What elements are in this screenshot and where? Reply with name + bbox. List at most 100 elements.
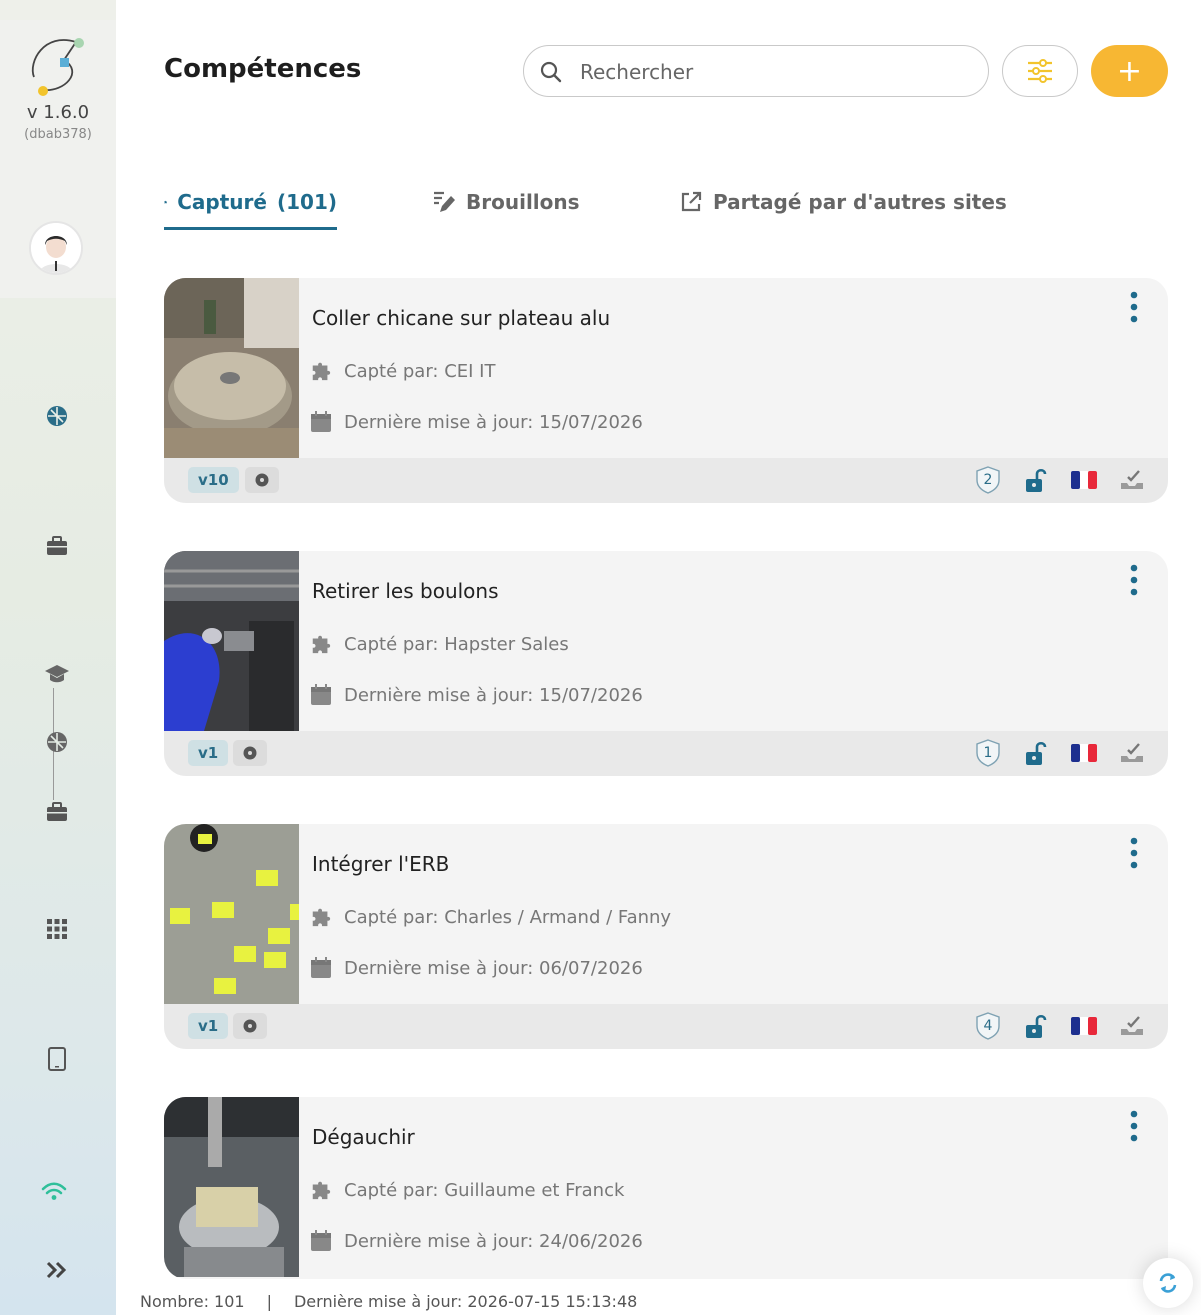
- more-options-icon[interactable]: [1130, 1110, 1138, 1142]
- tablet-icon: [48, 1047, 66, 1071]
- skill-thumbnail: [164, 278, 299, 458]
- puzzle-icon: [312, 1181, 331, 1200]
- briefcase-icon: [47, 802, 67, 821]
- tab-captured[interactable]: Capturé (101): [164, 190, 337, 230]
- calendar-icon: [311, 957, 331, 978]
- publish-status[interactable]: [1118, 1012, 1146, 1040]
- graduation-cap-icon: [45, 665, 69, 683]
- inbox-check-icon: [1121, 470, 1143, 489]
- user-icon: [31, 223, 81, 273]
- updated-row: Dernière mise à jour: 15/07/2026: [310, 684, 643, 706]
- status-badge: [233, 740, 267, 766]
- level-number: 1: [983, 745, 993, 761]
- tab-shared[interactable]: Partagé par d'autres sites: [679, 190, 1007, 230]
- skill-card[interactable]: Retirer les boulons Capté par: Hapster S…: [164, 551, 1168, 776]
- level-number: 2: [983, 472, 993, 488]
- tab-drafts[interactable]: Brouillons: [432, 190, 580, 230]
- card-footer: v10 2: [164, 458, 1168, 503]
- calendar-icon: [311, 684, 331, 705]
- user-avatar[interactable]: [29, 221, 83, 275]
- nav-training-jobs[interactable]: [43, 798, 71, 826]
- app-logo: [31, 38, 84, 96]
- connection-status: [40, 1178, 68, 1206]
- nav-training[interactable]: [43, 660, 71, 688]
- sidebar: v 1.6.0 (dbab378): [0, 0, 116, 1315]
- fr-flag-icon: [1071, 1017, 1097, 1035]
- search-box[interactable]: [523, 45, 989, 97]
- version-badge: v10: [188, 467, 239, 493]
- lock-toggle[interactable]: [1022, 739, 1050, 767]
- captured-by: Capté par: Guillaume et Franck: [344, 1179, 625, 1201]
- nav-skills[interactable]: [43, 402, 71, 430]
- captured-by: Capté par: CEI IT: [344, 360, 496, 382]
- more-options-icon[interactable]: [1130, 837, 1138, 869]
- skill-card[interactable]: Intégrer l'ERB Capté par: Charles / Arma…: [164, 824, 1168, 1049]
- grid-icon: [47, 919, 67, 939]
- captured-by-row: Capté par: Guillaume et Franck: [310, 1179, 624, 1201]
- nav-devices[interactable]: [43, 1045, 71, 1073]
- refresh-icon: [1159, 1273, 1177, 1293]
- brain-icon: [47, 406, 67, 426]
- captured-by: Capté par: Hapster Sales: [344, 633, 569, 655]
- item-count: Nombre: 101: [140, 1292, 245, 1311]
- search-input[interactable]: [580, 58, 970, 86]
- inbox-check-icon: [1121, 1016, 1143, 1035]
- brain-icon: [47, 732, 67, 752]
- skill-title[interactable]: Retirer les boulons: [312, 579, 499, 603]
- briefcase-icon: [47, 536, 67, 555]
- lock-toggle[interactable]: [1022, 1012, 1050, 1040]
- card-footer: v1 4: [164, 1004, 1168, 1049]
- double-chevron-right-icon: [46, 1261, 67, 1279]
- skill-card[interactable]: Dégauchir Capté par: Guillaume et Franck…: [164, 1097, 1168, 1279]
- unlock-icon: [1026, 1014, 1047, 1038]
- tab-captured-count: (101): [276, 190, 337, 214]
- skill-card[interactable]: Coller chicane sur plateau alu Capté par…: [164, 278, 1168, 503]
- filter-button[interactable]: [1002, 45, 1078, 97]
- language-flag: [1070, 466, 1098, 494]
- tab-shared-label: Partagé par d'autres sites: [713, 190, 1007, 214]
- skill-title[interactable]: Coller chicane sur plateau alu: [312, 306, 610, 330]
- status-badge: [245, 467, 279, 493]
- nav-training-skills[interactable]: [43, 728, 71, 756]
- edit-icon: [434, 191, 455, 212]
- tab-drafts-label: Brouillons: [466, 190, 580, 214]
- level-number: 4: [983, 1018, 993, 1034]
- publish-status[interactable]: [1118, 739, 1146, 767]
- puzzle-icon: [164, 200, 167, 204]
- updated-row: Dernière mise à jour: 15/07/2026: [310, 411, 643, 433]
- more-options-icon[interactable]: [1130, 291, 1138, 323]
- language-flag: [1070, 1012, 1098, 1040]
- app-version: v 1.6.0: [26, 102, 90, 123]
- last-updated: Dernière mise à jour: 15/07/2026: [344, 411, 643, 433]
- level-badge: 4: [974, 1012, 1002, 1040]
- skill-title[interactable]: Dégauchir: [312, 1125, 415, 1149]
- puzzle-icon: [312, 635, 331, 654]
- lock-toggle[interactable]: [1022, 466, 1050, 494]
- skill-thumbnail: [164, 1097, 299, 1277]
- unlock-icon: [1026, 468, 1047, 492]
- last-updated: Dernière mise à jour: 15/07/2026: [344, 684, 643, 706]
- publish-status[interactable]: [1118, 466, 1146, 494]
- calendar-icon: [311, 411, 331, 432]
- nav-apps[interactable]: [43, 915, 71, 943]
- refresh-button[interactable]: [1143, 1258, 1193, 1308]
- nav-jobs[interactable]: [43, 532, 71, 560]
- unlock-icon: [1026, 741, 1047, 765]
- captured-by-row: Capté par: Hapster Sales: [310, 633, 569, 655]
- skill-thumbnail: [164, 551, 299, 731]
- gear-icon: [243, 1019, 257, 1033]
- search-icon: [540, 61, 562, 83]
- status-bar: Nombre: 101 | Dernière mise à jour: 2026…: [116, 1288, 1201, 1315]
- expand-sidebar-button[interactable]: [43, 1256, 71, 1284]
- skill-title[interactable]: Intégrer l'ERB: [312, 852, 449, 876]
- calendar-icon: [311, 1230, 331, 1251]
- add-skill-button[interactable]: +: [1091, 45, 1168, 97]
- wifi-icon: [41, 1182, 67, 1200]
- sliders-icon: [1028, 59, 1052, 83]
- status-separator: |: [266, 1292, 272, 1311]
- status-last-update: Dernière mise à jour: 2026-07-15 15:13:4…: [293, 1292, 638, 1311]
- last-updated: Dernière mise à jour: 06/07/2026: [344, 957, 643, 979]
- more-options-icon[interactable]: [1130, 564, 1138, 596]
- last-updated: Dernière mise à jour: 24/06/2026: [344, 1230, 643, 1252]
- page-title: Compétences: [164, 54, 362, 84]
